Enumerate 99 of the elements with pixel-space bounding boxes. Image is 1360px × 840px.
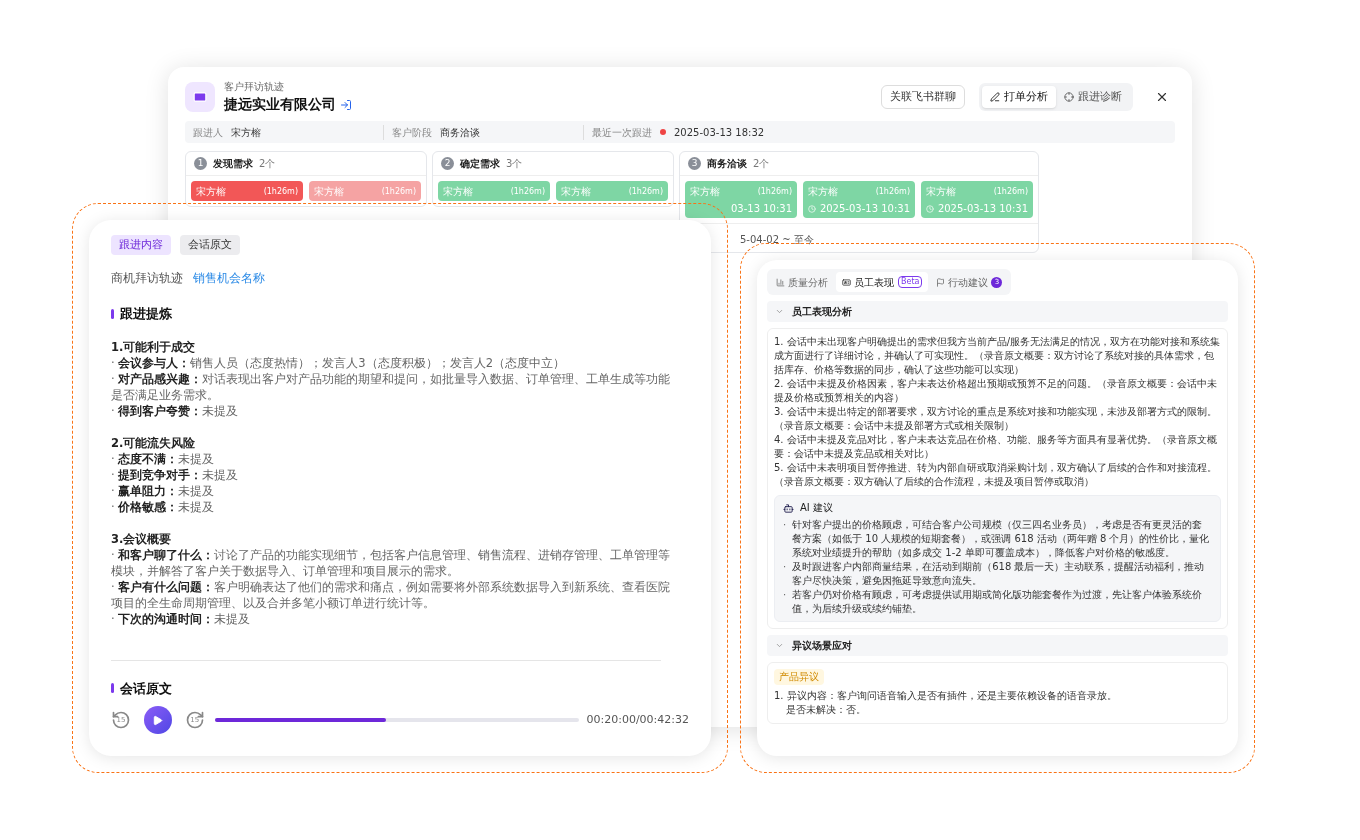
chart-icon bbox=[776, 277, 785, 287]
section-heading: 跟进提炼 bbox=[120, 305, 172, 323]
segment-tab[interactable]: 打单分析 bbox=[982, 86, 1056, 108]
analysis-item: 5. 会话中未表明项目暂停推进、转为内部自研或取消采购计划，双方确认了后续的合作和对接流程。（录音原文概要：双方确认了后续的合作流程，未提及项目暂停或取消） bbox=[774, 461, 1218, 489]
bullet: · bbox=[783, 588, 787, 602]
card-name: 宋方榕 bbox=[314, 185, 344, 199]
summary-line: · 和客户聊了什么：讨论了产品的功能实现细节，包括客户信息管理、销售流程、进销存管理、工单管理等模块，并解答了客户关于数据导入、订单管理和项目展示的需求。 bbox=[111, 546, 672, 579]
pen-icon bbox=[990, 92, 1000, 102]
visit-card[interactable]: 宋方榕 (1h26m) bbox=[191, 181, 303, 201]
info-label: 跟进人 bbox=[193, 125, 223, 140]
info-label: 最近一次跟进 bbox=[592, 125, 652, 140]
robot-icon bbox=[783, 502, 794, 514]
play-icon bbox=[152, 714, 164, 726]
stage-count: 2个 bbox=[753, 157, 770, 171]
breadcrumb: 商机拜访轨迹 bbox=[111, 270, 183, 287]
progress-track[interactable] bbox=[214, 718, 580, 722]
card-duration: (1h26m) bbox=[381, 185, 416, 198]
summary-line: · 赢单阻力：未提及 bbox=[111, 482, 216, 499]
section-title: 1.可能利于成交 bbox=[111, 338, 197, 355]
card-duration: (1h26m) bbox=[628, 185, 663, 198]
summary-line: · 得到客户夸赞：未提及 bbox=[111, 402, 240, 419]
suggestion-text: 针对客户提出的价格顾虑，可结合客户公司规模（仅三四名业务员），考虑是否有更灵活的套餐方案（如低于 10 人规模的短期套餐），或强调 618 活动（两年赠 8 个月）的性价比，量化系统对业绩提升的帮助（如多成交 1-2 单即可覆盖成本），降低客户对价格的敏感度。 bbox=[792, 518, 1211, 560]
info-value: 宋方榕 bbox=[231, 125, 261, 140]
content-tab[interactable]: 跟进内容 bbox=[111, 235, 171, 255]
stage-name: 商务洽谈 bbox=[707, 157, 747, 171]
stage-count: 3个 bbox=[506, 157, 523, 171]
analysis-item: 2. 会话中未提及价格因素，客户未表达价格超出预期或预算不足的问题。（录音原文概要：会话中未提及价格或预算相关的内容） bbox=[774, 377, 1218, 405]
chevron-icon bbox=[775, 641, 784, 650]
beta-badge: Beta bbox=[898, 276, 923, 288]
section-title: 2.可能流失风险 bbox=[111, 434, 197, 451]
bullet: · bbox=[783, 518, 787, 532]
info-value: 2025-03-13 18:32 bbox=[674, 125, 765, 140]
info-value: 商务洽谈 bbox=[440, 125, 480, 140]
summary-line: · 客户有什么问题：客户明确表达了他们的需求和痛点，例如需要将外部系统数据导入到新系统、查看医院项目的全生命周期管理、以及合并多笔小额订单进行统计等。 bbox=[111, 578, 672, 611]
section-title: 异议场景应对 bbox=[792, 639, 852, 653]
objection-tag: 产品异议 bbox=[774, 669, 824, 685]
analysis-item: 3. 会话中未提出特定的部署要求，双方讨论的重点是系统对接和功能实现，未涉及部署方式的限制。（录音原文概要：会话中未提及部署方式或相关限制） bbox=[774, 405, 1218, 433]
card-duration: (1h26m) bbox=[993, 185, 1028, 198]
app-icon bbox=[185, 82, 215, 112]
heading-accent bbox=[111, 683, 114, 694]
suggestion-text: 若客户仍对价格有顾虑，可考虑提供试用期或简化版功能套餐作为过渡，先让客户体验系统价值，为后续升级或续约铺垫。 bbox=[792, 588, 1204, 616]
section-header[interactable]: 异议场景应对 bbox=[767, 635, 1228, 656]
play-button[interactable] bbox=[144, 706, 172, 734]
flag-icon bbox=[936, 277, 946, 287]
stage-name: 确定需求 bbox=[460, 157, 500, 171]
segment-tab[interactable]: 跟进诊断 bbox=[1056, 86, 1130, 108]
step-number: 3 bbox=[688, 157, 701, 170]
info-label: 客户阶段 bbox=[392, 125, 432, 140]
card-name: 宋方榕 bbox=[926, 185, 956, 199]
content-tab[interactable]: 会话原文 bbox=[180, 235, 240, 255]
analysis-tab[interactable]: 质量分析 bbox=[770, 272, 834, 292]
analysis-tab[interactable]: 员工表现 Beta bbox=[836, 272, 929, 292]
analysis-item: 4. 会话中未提及竞品对比，客户未表达竞品在价格、功能、服务等方面具有显著优势。（录音原文概要：会话中未提及竞品或相关对比） bbox=[774, 433, 1218, 461]
section-title: 员工表现分析 bbox=[792, 305, 852, 319]
card-duration: (1h26m) bbox=[875, 185, 910, 198]
clock-icon bbox=[926, 204, 934, 213]
target-icon bbox=[1064, 92, 1074, 102]
section-header[interactable]: 员工表现分析 bbox=[767, 301, 1228, 322]
card-name: 宋方榕 bbox=[808, 185, 838, 199]
window-subtitle: 客户拜访轨迹 bbox=[224, 80, 285, 94]
card-icon bbox=[842, 277, 851, 287]
link-group-button[interactable]: 关联飞书群聊 bbox=[881, 85, 965, 109]
objection-line: 是否未解决：否。 bbox=[785, 703, 867, 717]
close-icon[interactable] bbox=[1155, 90, 1169, 104]
summary-line: · 下次的沟通时间：未提及 bbox=[111, 610, 252, 627]
card-duration: (1h26m) bbox=[510, 185, 545, 198]
suggestion-text: 及时跟进客户内部商量结果，在活动到期前（618 最后一天）主动联系，提醒活动福利，推动客户尽快决策，避免因拖延导致意向流失。 bbox=[792, 560, 1206, 588]
heading-accent bbox=[111, 308, 114, 319]
card-date: 2025-03-13 10:31 bbox=[937, 202, 1028, 216]
card-name: 宋方榕 bbox=[443, 185, 473, 199]
section-heading: 会话原文 bbox=[120, 679, 172, 698]
card-duration: (1h26m) bbox=[757, 185, 792, 198]
summary-line: · 会议参与人：销售人员（态度热情）；发言人3（态度积极）；发言人2（态度中立） bbox=[111, 354, 566, 371]
summary-line: · 价格敏感：未提及 bbox=[111, 498, 216, 515]
card-name: 宋方榕 bbox=[690, 185, 720, 199]
card-date: 03-13 10:31 bbox=[730, 202, 792, 216]
card-name: 宋方榕 bbox=[561, 185, 591, 199]
stage-name: 发现需求 bbox=[213, 157, 253, 171]
window-title: 捷远实业有限公司 bbox=[224, 95, 336, 114]
clock-icon bbox=[808, 204, 816, 213]
ai-title: AI 建议 bbox=[800, 501, 833, 515]
playback-time: 00:20:00/00:42:32 bbox=[586, 711, 689, 728]
chevron-icon bbox=[775, 307, 784, 316]
card-duration: (1h26m) bbox=[263, 185, 298, 198]
card-date: 2025-03-13 10:31 bbox=[819, 202, 910, 216]
opportunity-link[interactable]: 销售机会名称 bbox=[193, 269, 265, 287]
summary-line: · 态度不满：未提及 bbox=[111, 450, 216, 467]
stage-count: 2个 bbox=[259, 157, 276, 171]
summary-line: · 提到竞争对手：未提及 bbox=[111, 466, 240, 483]
section-title: 3.会议概要 bbox=[111, 530, 173, 547]
summary-line: · 对产品感兴趣：对话表现出客户对产品功能的期望和提问，如批量导入数据、订单管理、工单生成等功能是否满足业务需求。 bbox=[111, 370, 672, 403]
step-number: 2 bbox=[441, 157, 454, 170]
objection-line: 1. 异议内容：客户询问语音输入是否有插件，还是主要依赖设备的语音录放。 bbox=[774, 689, 1118, 703]
step-number: 1 bbox=[194, 157, 207, 170]
bullet: · bbox=[783, 560, 787, 574]
analysis-item: 1. 会话中未出现客户明确提出的需求但我方当前产品/服务无法满足的情况，双方在功能对接和系统集成方面进行了详细讨论，并确认了可实现性。（录音原文概要：双方讨论了系统对接的具体需求，包括库存、价格等数据的同步，确认了这些功能可以实现） bbox=[774, 335, 1221, 377]
enter-icon[interactable] bbox=[340, 98, 352, 111]
date-range: 5-04-02 ~ 至今 bbox=[740, 234, 814, 245]
card-name: 宋方榕 bbox=[196, 185, 226, 199]
